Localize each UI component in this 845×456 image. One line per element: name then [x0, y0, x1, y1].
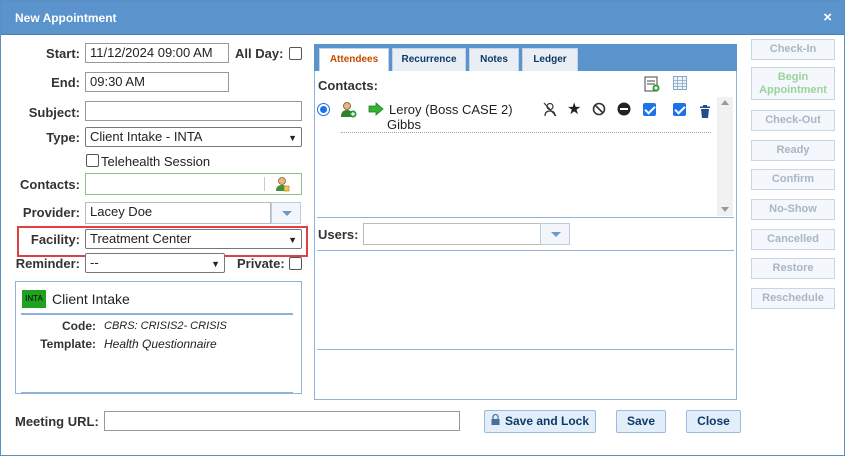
trash-icon[interactable] [699, 105, 711, 121]
calendar-grid-icon[interactable] [673, 76, 687, 93]
lock-icon [491, 411, 500, 432]
end-label: End: [51, 75, 80, 90]
arrow-right-icon [368, 102, 384, 119]
contacts-list: Leroy (Boss CASE 2) Gibbs ★ [317, 97, 734, 216]
contacts-label: Contacts: [20, 177, 80, 192]
check-in-button[interactable]: Check-In [751, 39, 835, 60]
end-input[interactable]: 09:30 AM [85, 72, 229, 92]
subject-input[interactable] [85, 101, 302, 121]
block-icon[interactable] [592, 102, 606, 119]
type-select-value: Client Intake - INTA [90, 129, 203, 144]
code-value: CBRS: CRISIS2- CRISIS [104, 320, 227, 332]
type-badge: INTA [22, 290, 46, 308]
chevron-down-icon: ▼ [211, 259, 220, 269]
save-and-lock-label: Save and Lock [504, 414, 590, 428]
private-checkbox[interactable] [289, 257, 302, 270]
star-icon[interactable]: ★ [567, 99, 581, 119]
users-input[interactable] [363, 223, 541, 245]
start-input[interactable]: 11/12/2024 09:00 AM [85, 43, 229, 63]
save-and-lock-button[interactable]: Save and Lock [484, 410, 596, 433]
chevron-down-icon: ▼ [288, 235, 297, 245]
contacts-input[interactable] [85, 173, 302, 195]
provider-dropdown-button[interactable] [271, 202, 301, 224]
users-dropdown-button[interactable] [540, 223, 570, 245]
meeting-url-input[interactable] [104, 411, 460, 431]
attendee-checkbox-2[interactable] [673, 103, 686, 116]
chevron-down-icon: ▼ [288, 133, 297, 143]
close-icon[interactable]: × [823, 9, 832, 26]
save-button[interactable]: Save [616, 410, 666, 433]
start-label: Start: [46, 46, 80, 61]
facility-label: Facility: [30, 232, 80, 247]
type-select[interactable]: Client Intake - INTA ▼ [85, 127, 302, 147]
attendee-contacts-label: Contacts: [318, 78, 378, 93]
reschedule-button[interactable]: Reschedule [751, 288, 835, 309]
telehealth-checkbox[interactable] [86, 154, 99, 167]
scroll-up-icon[interactable] [721, 100, 729, 105]
tab-attendees[interactable]: Attendees [319, 48, 389, 71]
template-label: Template: [40, 337, 96, 351]
tab-ledger[interactable]: Ledger [522, 48, 578, 71]
type-card-title: Client Intake [52, 291, 130, 307]
code-label: Code: [62, 319, 96, 333]
begin-appointment-line2: Appointment [759, 84, 827, 96]
provider-label: Provider: [22, 205, 80, 220]
all-day-checkbox[interactable] [289, 47, 302, 60]
facility-select[interactable]: Treatment Center ▼ [85, 229, 302, 249]
reminder-select-value: -- [90, 255, 99, 270]
all-day-label: All Day: [235, 46, 284, 61]
primary-contact-radio[interactable] [317, 103, 330, 116]
meeting-url-label: Meeting URL: [15, 414, 99, 429]
users-label: Users: [318, 227, 359, 242]
no-show-button[interactable]: No-Show [751, 199, 835, 220]
subject-label: Subject: [28, 105, 80, 120]
no-user-icon[interactable] [543, 102, 557, 120]
type-label: Type: [46, 130, 80, 145]
restore-button[interactable]: Restore [751, 258, 835, 279]
contact-person-icon [340, 101, 357, 121]
add-note-icon[interactable] [644, 75, 660, 95]
private-label: Private: [237, 256, 285, 271]
tab-bar: Attendees Recurrence Notes Ledger [314, 44, 737, 71]
reminder-select[interactable]: -- ▼ [85, 253, 225, 273]
telehealth-label: Telehealth Session [101, 154, 211, 169]
scroll-down-icon[interactable] [721, 207, 729, 212]
confirm-button[interactable]: Confirm [751, 169, 835, 190]
dialog-title: New Appointment [15, 11, 117, 25]
appointment-type-card: INTA Client Intake Code: CBRS: CRISIS2- … [15, 281, 302, 394]
provider-input[interactable]: Lacey Doe [85, 202, 271, 224]
tab-notes[interactable]: Notes [469, 48, 519, 71]
begin-appointment-line1: Begin [777, 71, 809, 83]
check-out-button[interactable]: Check-Out [751, 110, 835, 131]
contact-name: Leroy (Boss CASE 2) [389, 102, 513, 117]
tab-recurrence[interactable]: Recurrence [392, 48, 466, 71]
facility-select-value: Treatment Center [90, 231, 192, 246]
title-bar: New Appointment × [1, 1, 844, 35]
close-button[interactable]: Close [686, 410, 741, 433]
new-appointment-dialog: New Appointment × Start: 11/12/2024 09:0… [0, 0, 845, 456]
minus-circle-icon[interactable] [617, 102, 631, 119]
contact-name-line2: Gibbs [387, 117, 421, 132]
contacts-scrollbar[interactable] [717, 97, 733, 216]
template-value: Health Questionnaire [104, 337, 217, 351]
contact-search-icon[interactable] [275, 176, 290, 195]
attendee-checkbox-1[interactable] [643, 103, 656, 116]
ready-button[interactable]: Ready [751, 140, 835, 161]
cancelled-button[interactable]: Cancelled [751, 229, 835, 250]
reminder-label: Reminder: [15, 256, 80, 271]
begin-appointment-button[interactable]: Begin Appointment [751, 67, 835, 100]
